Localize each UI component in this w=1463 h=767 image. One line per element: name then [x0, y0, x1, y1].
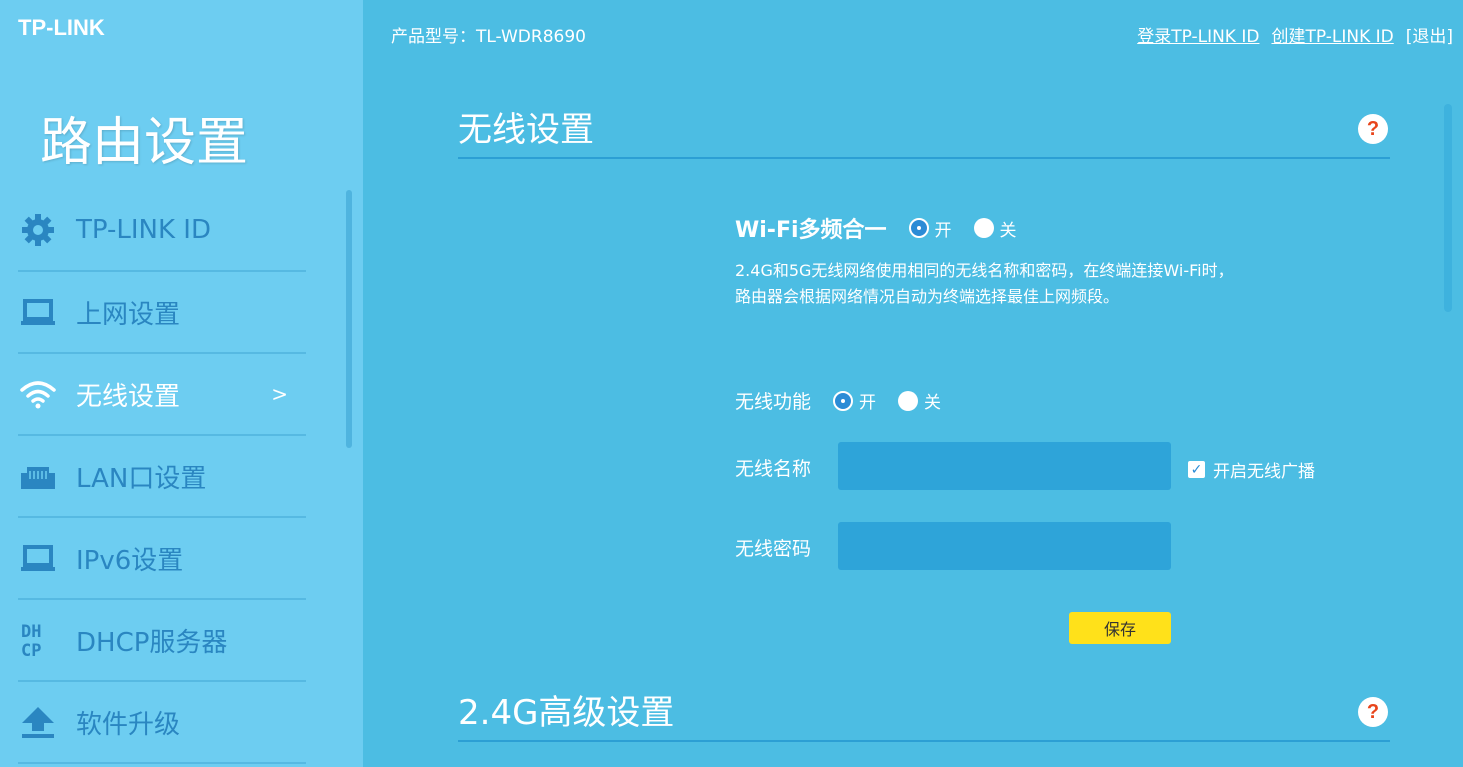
sidebar-item-label: IPv6设置: [76, 545, 184, 576]
password-input[interactable]: [838, 522, 1171, 570]
radio-unselected-icon: [973, 218, 994, 238]
multi-band-row: Wi-Fi多频合一 开 关: [735, 212, 1017, 244]
chevron-right-icon: >: [271, 382, 288, 406]
wifi-icon: [18, 374, 58, 414]
sidebar-item-label: LAN口设置: [76, 463, 207, 494]
sidebar-item-lan[interactable]: LAN口设置: [18, 436, 306, 518]
create-tplink-id-link[interactable]: 创建TP-LINK ID: [1271, 22, 1393, 47]
advanced-section-title: 2.4G高级设置: [458, 693, 675, 733]
radio-label: 开: [859, 393, 877, 413]
radio-selected-icon: [833, 390, 854, 411]
svg-text:CP: CP: [21, 641, 41, 660]
sidebar-item-wireless[interactable]: 无线设置 >: [18, 354, 306, 436]
wireless-function-off-radio[interactable]: 关: [898, 388, 941, 413]
broadcast-checkbox[interactable]: ✓ 开启无线广播: [1188, 457, 1315, 482]
help-icon[interactable]: ?: [1358, 697, 1388, 727]
sidebar-item-tplink-id[interactable]: TP-LINK ID: [18, 190, 306, 272]
sidebar-item-label: TP-LINK ID: [76, 215, 211, 245]
dhcp-icon: DH CP: [18, 620, 58, 660]
checkmark-icon: ✓: [1188, 461, 1205, 478]
main-scrollbar[interactable]: [1444, 104, 1452, 312]
sidebar-item-upgrade[interactable]: 软件升级: [18, 682, 306, 764]
login-tplink-id-link[interactable]: 登录TP-LINK ID: [1137, 22, 1259, 47]
sidebar-item-label: DHCP服务器: [76, 627, 228, 658]
multi-band-description: 2.4G和5G无线网络使用相同的无线名称和密码，在终端连接Wi-Fi时， 路由器…: [735, 258, 1234, 310]
radio-label: 关: [924, 393, 942, 413]
brand-logo: TP-LINK: [18, 15, 105, 40]
description-line: 2.4G和5G无线网络使用相同的无线名称和密码，在终端连接Wi-Fi时，: [735, 261, 1234, 280]
wireless-function-on-radio[interactable]: 开: [833, 388, 876, 413]
sidebar-scrollbar[interactable]: [346, 190, 352, 448]
header-links: 登录TP-LINK ID 创建TP-LINK ID [退出]: [1137, 22, 1453, 47]
upload-icon: [18, 702, 58, 742]
save-button[interactable]: 保存: [1069, 612, 1171, 644]
sidebar-item-label: 无线设置: [76, 381, 181, 412]
sidebar: TP-LINK 路由设置 TP-LINK ID 上网设置 无线设置 > LAN口…: [0, 0, 363, 767]
multi-band-label: Wi-Fi多频合一: [735, 218, 887, 243]
wireless-section-title: 无线设置: [458, 110, 594, 150]
ssid-input[interactable]: [838, 442, 1171, 490]
laptop-icon: [18, 538, 58, 578]
help-icon[interactable]: ?: [1358, 114, 1388, 144]
radio-label: 关: [999, 220, 1017, 241]
ssid-label: 无线名称: [735, 458, 812, 480]
sidebar-item-label: 上网设置: [76, 299, 181, 330]
sidebar-title: 路由设置: [40, 113, 249, 173]
sidebar-nav: TP-LINK ID 上网设置 无线设置 > LAN口设置 IPv6设置 DH …: [18, 190, 306, 764]
sidebar-item-dhcp[interactable]: DH CP DHCP服务器: [18, 600, 306, 682]
sidebar-item-internet[interactable]: 上网设置: [18, 272, 306, 354]
product-model: 产品型号：TL-WDR8690: [391, 27, 586, 47]
svg-text:DH: DH: [21, 622, 41, 642]
section-divider: [458, 740, 1390, 742]
multi-band-off-radio[interactable]: 关: [973, 216, 1017, 241]
logout-link[interactable]: [退出]: [1406, 22, 1453, 47]
description-line: 路由器会根据网络情况自动为终端选择最佳上网频段。: [735, 287, 1120, 306]
ethernet-icon: [18, 456, 58, 496]
laptop-icon: [18, 292, 58, 332]
wireless-function-label: 无线功能: [735, 391, 812, 413]
radio-label: 开: [934, 220, 952, 241]
radio-unselected-icon: [898, 390, 919, 411]
multi-band-on-radio[interactable]: 开: [908, 216, 952, 241]
gear-icon: [18, 210, 58, 250]
section-divider: [458, 157, 1390, 159]
password-label: 无线密码: [735, 538, 812, 560]
sidebar-item-ipv6[interactable]: IPv6设置: [18, 518, 306, 600]
radio-selected-icon: [908, 218, 929, 238]
sidebar-item-label: 软件升级: [76, 709, 181, 740]
broadcast-label: 开启无线广播: [1213, 462, 1315, 482]
wireless-function-row: 无线功能 开 关: [735, 387, 941, 414]
